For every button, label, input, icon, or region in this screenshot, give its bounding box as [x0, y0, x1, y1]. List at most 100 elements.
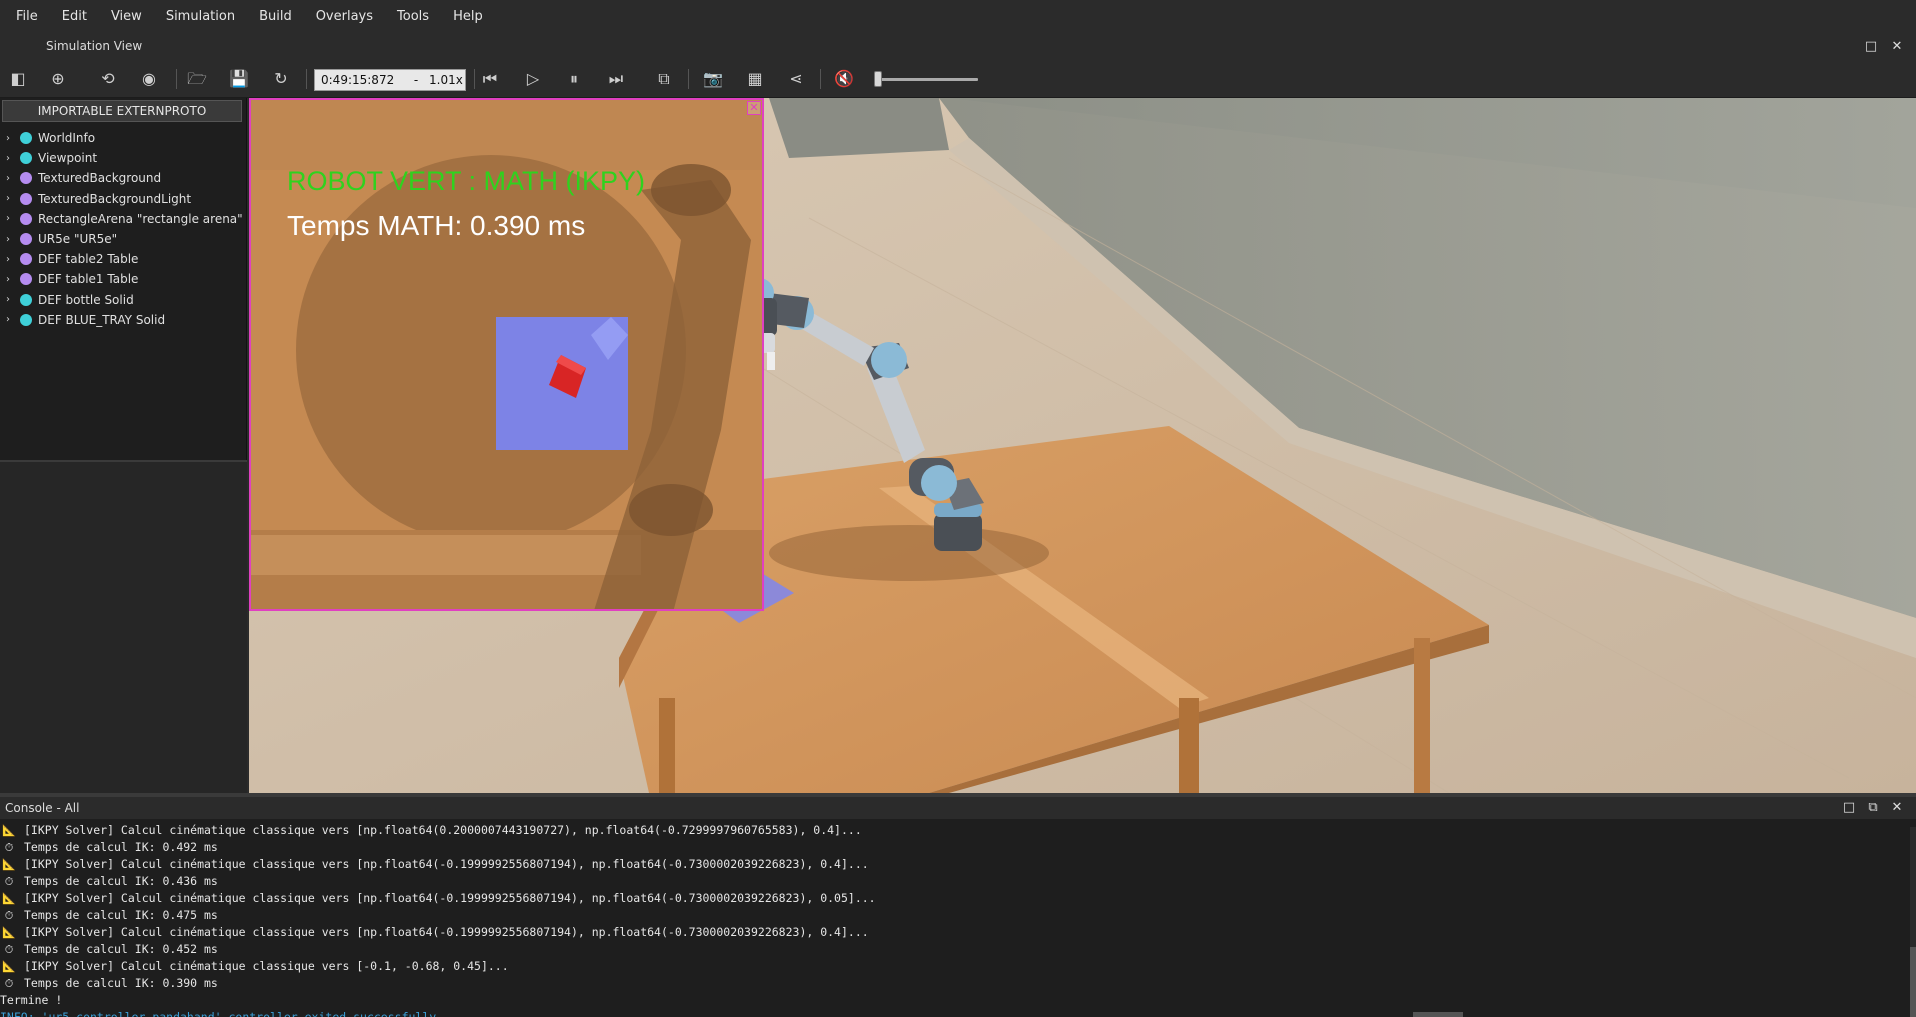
- console-line: ⏱ Temps de calcul IK: 0.492 ms: [0, 839, 1910, 856]
- node-type-icon: [20, 313, 32, 326]
- 3d-viewport[interactable]: ROBOT VERT : MATH (IKPY) Temps MATH: 0.3…: [249, 98, 1916, 793]
- scene-tree-node[interactable]: › Viewpoint: [0, 148, 247, 168]
- scene-tree-node[interactable]: › TexturedBackground: [0, 168, 247, 188]
- scene-tree-node[interactable]: › WorldInfo: [0, 128, 247, 148]
- console-line: INFO: 'ur5_controller_pandahand' control…: [0, 1009, 1910, 1017]
- overlay-close-icon[interactable]: ✕: [747, 101, 761, 115]
- visibility-eye-icon[interactable]: ◉: [137, 67, 161, 91]
- toolbar-separator: [474, 69, 475, 89]
- menu-help[interactable]: Help: [441, 0, 495, 34]
- hide-scene-tree-icon[interactable]: ◧: [6, 67, 30, 91]
- camera-overlay[interactable]: ROBOT VERT : MATH (IKPY) Temps MATH: 0.3…: [249, 98, 764, 611]
- fast-forward-icon[interactable]: ⏭: [604, 67, 628, 91]
- step-back-icon[interactable]: ⏮: [478, 67, 502, 91]
- expand-chevron-icon[interactable]: ›: [0, 234, 16, 245]
- node-type-icon: [20, 253, 32, 266]
- scene-tree-node[interactable]: › DEF table1 Table: [0, 269, 247, 289]
- console-line-text: [IKPY Solver] Calcul cinématique classiq…: [24, 925, 869, 939]
- toolbar-separator: [306, 69, 307, 89]
- triangle-ruler-icon: 📐: [2, 824, 16, 837]
- close-panel-icon[interactable]: ✕: [1888, 38, 1906, 56]
- console-scrollbar-thumb[interactable]: [1910, 947, 1916, 1017]
- console-panel: Console - All □ ⧉ ✕ 📐 [IKPY Solver] Calcu…: [0, 793, 1916, 1017]
- menu-edit[interactable]: Edit: [50, 0, 99, 34]
- screenshot-camera-icon[interactable]: 📷: [701, 67, 725, 91]
- open-world-icon[interactable]: 🗁: [185, 67, 209, 91]
- add-node-icon[interactable]: ⊕: [46, 67, 70, 91]
- console-header: Console - All □ ⧉ ✕: [0, 797, 1916, 819]
- console-line-text: Termine !: [0, 993, 63, 1007]
- camera-overlay-title: ROBOT VERT : MATH (IKPY): [287, 166, 646, 196]
- mute-icon[interactable]: 🔇: [832, 67, 856, 91]
- view-3d-icon[interactable]: ⧉: [652, 67, 676, 91]
- scene-tree-node-label: DEF table2 Table: [38, 252, 139, 267]
- menu-file[interactable]: File: [4, 0, 50, 34]
- node-type-icon: [20, 212, 32, 225]
- field-editor-panel: [0, 460, 247, 793]
- float-console-icon[interactable]: ⧉: [1864, 799, 1882, 817]
- console-line-text: Temps de calcul IK: 0.492 ms: [24, 840, 218, 854]
- stopwatch-icon: ⏱: [4, 909, 14, 922]
- step-forward-icon[interactable]: ▷: [521, 67, 545, 91]
- expand-chevron-icon[interactable]: ›: [0, 274, 16, 285]
- scene-tree-node[interactable]: › DEF BLUE_TRAY Solid: [0, 310, 247, 330]
- menu-simulation[interactable]: Simulation: [154, 0, 247, 34]
- stopwatch-icon: ⏱: [4, 841, 14, 854]
- volume-slider-thumb[interactable]: [874, 71, 882, 87]
- console-line: ⏱ Temps de calcul IK: 0.390 ms: [0, 975, 1910, 992]
- scene-tree-node[interactable]: › DEF table2 Table: [0, 249, 247, 269]
- volume-slider-track[interactable]: [880, 78, 978, 81]
- toolbar-separator: [820, 69, 821, 89]
- pause-icon[interactable]: ⏸: [562, 67, 586, 91]
- expand-chevron-icon[interactable]: ›: [0, 133, 16, 144]
- save-world-icon[interactable]: 💾: [227, 67, 251, 91]
- toolbar-separator: [176, 69, 177, 89]
- reset-view-icon[interactable]: ⟲: [96, 67, 120, 91]
- console-line: 📐 [IKPY Solver] Calcul cinématique classi…: [0, 958, 1910, 975]
- simulation-view-header: Simulation View □ ✕: [0, 34, 1916, 60]
- console-output[interactable]: 📐 [IKPY Solver] Calcul cinématique classi…: [0, 822, 1910, 1017]
- menubar: File Edit View Simulation Build Overlays…: [0, 0, 1916, 34]
- stopwatch-icon: ⏱: [4, 977, 14, 990]
- maximize-console-icon[interactable]: □: [1840, 799, 1858, 817]
- reload-world-icon[interactable]: ↻: [269, 67, 293, 91]
- scene-tree-node[interactable]: › DEF bottle Solid: [0, 290, 247, 310]
- scene-tree-panel: IMPORTABLE EXTERNPROTO › WorldInfo › Viewpo…: [0, 98, 247, 793]
- maximize-panel-icon[interactable]: □: [1862, 38, 1880, 56]
- console-line: ⏱ Temps de calcul IK: 0.475 ms: [0, 907, 1910, 924]
- toolbar-separator: [688, 69, 689, 89]
- close-console-icon[interactable]: ✕: [1888, 799, 1906, 817]
- menu-view[interactable]: View: [99, 0, 154, 34]
- scene-tree-node-label: RectangleArena "rectangle arena": [38, 211, 243, 226]
- expand-chevron-icon[interactable]: ›: [0, 213, 16, 224]
- scene-tree-node[interactable]: › RectangleArena "rectangle arena": [0, 209, 247, 229]
- expand-chevron-icon[interactable]: ›: [0, 173, 16, 184]
- console-line-text: Temps de calcul IK: 0.475 ms: [24, 908, 218, 922]
- console-line-text: INFO: 'ur5_controller_pandahand' control…: [0, 1010, 444, 1017]
- console-line: 📐 [IKPY Solver] Calcul cinématique classi…: [0, 822, 1910, 839]
- simulation-time: 0:49:15:872: [321, 73, 395, 87]
- console-line: Termine !: [0, 992, 1910, 1009]
- scene-tree-node[interactable]: › UR5e "UR5e": [0, 229, 247, 249]
- menu-tools[interactable]: Tools: [385, 0, 441, 34]
- expand-chevron-icon[interactable]: ›: [0, 153, 16, 164]
- console-horizontal-scrollbar[interactable]: [1413, 1012, 1463, 1017]
- console-line: ⏱ Temps de calcul IK: 0.436 ms: [0, 873, 1910, 890]
- expand-chevron-icon[interactable]: ›: [0, 193, 16, 204]
- expand-chevron-icon[interactable]: ›: [0, 294, 16, 305]
- expand-chevron-icon[interactable]: ›: [0, 254, 16, 265]
- importable-externproto-button[interactable]: IMPORTABLE EXTERNPROTO: [2, 100, 242, 122]
- scene-tree-node-label: DEF BLUE_TRAY Solid: [38, 312, 166, 327]
- expand-chevron-icon[interactable]: ›: [0, 314, 16, 325]
- scene-tree-node-label: Viewpoint: [38, 151, 98, 166]
- scene-tree-node[interactable]: › TexturedBackgroundLight: [0, 189, 247, 209]
- share-icon[interactable]: ⋖: [784, 67, 808, 91]
- menu-overlays[interactable]: Overlays: [304, 0, 385, 34]
- menu-build[interactable]: Build: [247, 0, 304, 34]
- node-type-icon: [20, 233, 32, 246]
- console-line: 📐 [IKPY Solver] Calcul cinématique classi…: [0, 856, 1910, 873]
- console-scrollbar[interactable]: [1910, 827, 1916, 1017]
- simulation-speed: 1.01x: [429, 73, 463, 87]
- console-line-text: [IKPY Solver] Calcul cinématique classiq…: [24, 857, 869, 871]
- record-movie-icon[interactable]: ▦: [743, 67, 767, 91]
